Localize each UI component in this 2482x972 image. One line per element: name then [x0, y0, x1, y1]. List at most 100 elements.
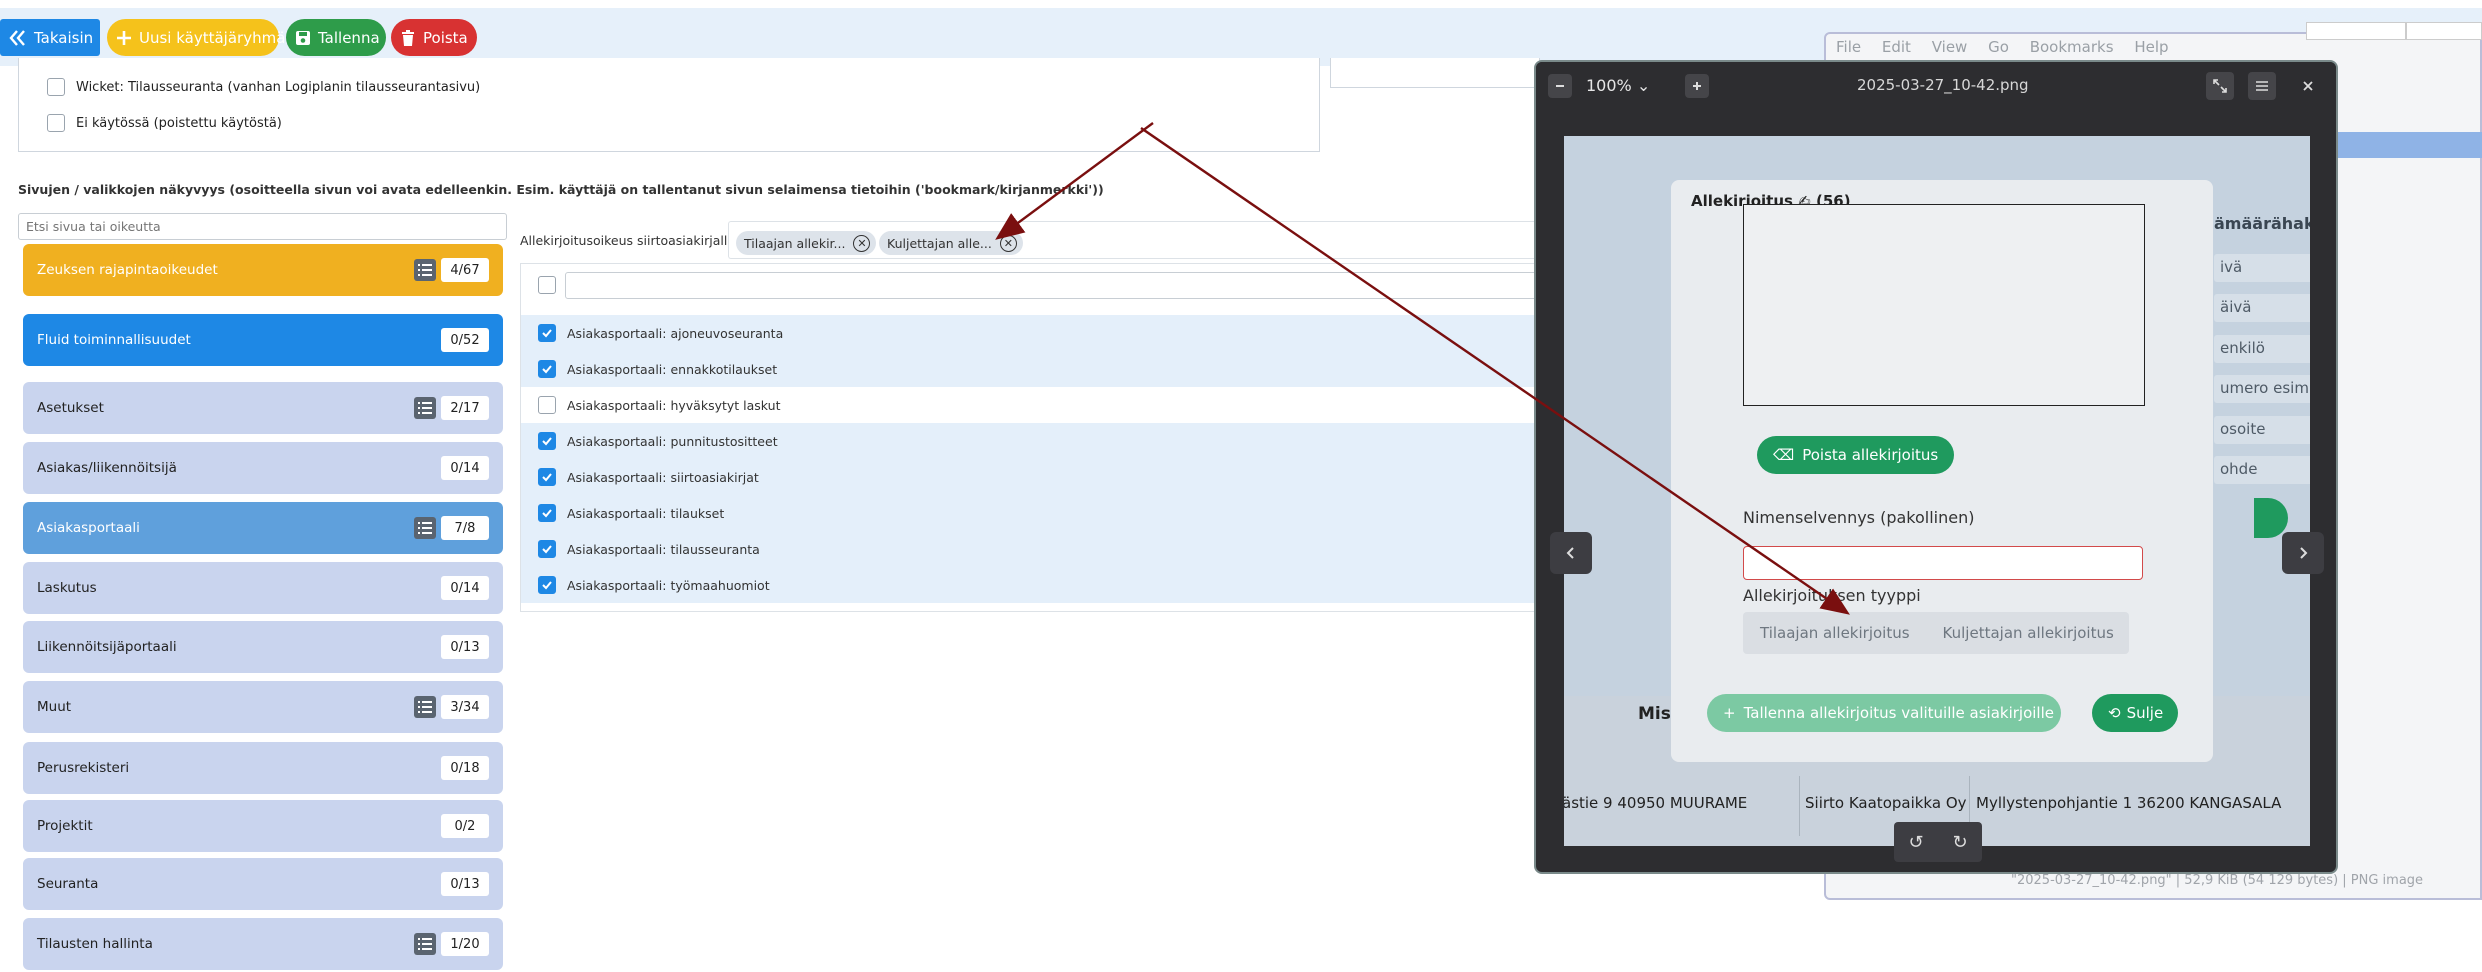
window-button[interactable] — [2306, 22, 2406, 40]
category-item[interactable]: Zeuksen rajapintaoikeudet 4/67 — [23, 244, 503, 296]
category-item[interactable]: Asiakas/liikennöitsijä 0/14 — [23, 442, 503, 494]
menu-go[interactable]: Go — [1988, 38, 2009, 56]
list-icon[interactable] — [414, 259, 436, 281]
zoom-level[interactable]: 100% ⌄ — [1586, 76, 1650, 95]
category-item[interactable]: Liikennöitsijäportaali 0/13 — [23, 621, 503, 673]
previous-image-button[interactable] — [1550, 532, 1592, 574]
menu-view[interactable]: View — [1932, 38, 1968, 56]
menubar: File Edit View Go Bookmarks Help — [1836, 38, 2185, 56]
list-icon[interactable] — [414, 397, 436, 419]
back-button[interactable]: Takaisin — [0, 19, 100, 56]
category-label: Zeuksen rajapintaoikeudet — [37, 262, 218, 278]
category-item[interactable]: Tilausten hallinta 1/20 — [23, 918, 503, 970]
category-item[interactable]: Asetukset 2/17 — [23, 382, 503, 434]
save-button[interactable]: Tallenna — [286, 19, 386, 56]
rotate-right-icon[interactable]: ↻ — [1952, 832, 1967, 853]
signature-type-select[interactable]: Tilaajan allekir... ✕ Kuljettajan alle..… — [728, 221, 1648, 259]
permission-row[interactable]: Asiakasportaali: tilaukset — [521, 495, 1651, 531]
visibility-section-title: Sivujen / valikkojen näkyvyys (osoitteel… — [18, 182, 1104, 197]
zoom-value: 100% — [1586, 76, 1632, 95]
close-modal-button[interactable]: ⟲ Sulje — [2092, 694, 2178, 732]
disabled-checkbox[interactable] — [47, 114, 65, 132]
signature-type-option[interactable]: Kuljettajan allekirjoitus — [1926, 624, 2130, 642]
viewer-menu-button[interactable] — [2248, 72, 2276, 100]
permission-row[interactable]: Asiakasportaali: siirtoasiakirjat — [521, 459, 1651, 495]
permission-checkbox[interactable] — [538, 396, 556, 414]
category-count-badge: 2/17 — [441, 396, 489, 420]
new-user-group-button[interactable]: Uusi käyttäjäryhmä — [107, 19, 285, 56]
minus-icon — [1556, 85, 1564, 87]
screenshot-field: umero esim. 2 — [2214, 375, 2310, 403]
permission-checkbox[interactable] — [538, 504, 556, 522]
category-count-badge: 1/20 — [441, 932, 489, 956]
permission-label: Asiakasportaali: työmaahuomiot — [567, 577, 770, 593]
category-count-badge: 3/34 — [441, 695, 489, 719]
list-icon[interactable] — [414, 517, 436, 539]
signature-type-toggle: Tilaajan allekirjoitus Kuljettajan allek… — [1743, 612, 2129, 654]
menu-help[interactable]: Help — [2134, 38, 2168, 56]
permission-checkbox[interactable] — [538, 324, 556, 342]
close-viewer-button[interactable] — [2294, 72, 2322, 100]
wicket-checkbox[interactable] — [47, 78, 65, 96]
settings-box: Wicket: Tilausseuranta (vanhan Logiplani… — [18, 58, 1320, 152]
permission-row[interactable]: Asiakasportaali: punnitustositteet — [521, 423, 1651, 459]
category-item[interactable]: Laskutus 0/14 — [23, 562, 503, 614]
signature-chip-label: Tilaajan allekir... — [744, 235, 846, 251]
select-all-checkbox[interactable] — [538, 276, 556, 294]
hamburger-icon — [2256, 81, 2268, 91]
close-modal-label: Sulje — [2126, 704, 2164, 722]
zoom-out-button[interactable] — [1548, 74, 1572, 98]
permission-label: Asiakasportaali: siirtoasiakirjat — [567, 469, 759, 485]
screenshot-field: ohde — [2214, 456, 2310, 484]
menu-file[interactable]: File — [1836, 38, 1861, 56]
permission-row[interactable]: Asiakasportaali: työmaahuomiot — [521, 567, 1651, 603]
category-item[interactable]: Fluid toiminnallisuudet 0/52 — [23, 314, 503, 366]
name-clarification-input[interactable] — [1743, 546, 2143, 580]
signature-chip: Kuljettajan alle... ✕ — [879, 231, 1023, 255]
screenshot-heading: ämäärähaku — [2214, 214, 2310, 233]
remove-chip-icon[interactable]: ✕ — [999, 234, 1017, 252]
signature-type-option[interactable]: Tilaajan allekirjoitus — [1743, 624, 1926, 642]
category-item[interactable]: Projektit 0/2 — [23, 800, 503, 852]
permission-row[interactable]: Asiakasportaali: ajoneuvoseuranta — [521, 315, 1651, 351]
window-button[interactable] — [2406, 22, 2482, 40]
permission-checkbox[interactable] — [538, 540, 556, 558]
clear-signature-button[interactable]: ⌫ Poista allekirjoitus — [1757, 436, 1955, 474]
permission-checkbox[interactable] — [538, 576, 556, 594]
zoom-in-button[interactable] — [1685, 74, 1709, 98]
permission-filter-input[interactable] — [565, 272, 1665, 299]
expand-icon — [2213, 79, 2227, 93]
permission-row[interactable]: Asiakasportaali: ennakkotilaukset — [521, 351, 1651, 387]
permission-row[interactable]: Asiakasportaali: hyväksytyt laskut — [521, 387, 1651, 423]
permission-checkbox[interactable] — [538, 360, 556, 378]
permission-checkbox[interactable] — [538, 468, 556, 486]
permission-row[interactable]: Asiakasportaali: tilausseuranta — [521, 531, 1651, 567]
menu-bookmarks[interactable]: Bookmarks — [2030, 38, 2114, 56]
next-image-button[interactable] — [2282, 532, 2324, 574]
wicket-setting-row[interactable]: Wicket: Tilausseuranta (vanhan Logiplani… — [47, 78, 480, 96]
rotate-left-icon[interactable]: ↺ — [1908, 832, 1923, 853]
page-search-input[interactable] — [18, 213, 507, 240]
category-label: Asiakasportaali — [37, 520, 140, 536]
category-item[interactable]: Muut 3/34 — [23, 681, 503, 733]
category-item[interactable]: Perusrekisteri 0/18 — [23, 742, 503, 794]
signature-canvas[interactable] — [1743, 204, 2145, 406]
status-bar-text: "2025-03-27_10-42.png" | 52,9 KiB (54 12… — [2011, 873, 2424, 888]
category-item[interactable]: Seuranta 0/13 — [23, 858, 503, 910]
disabled-setting-row[interactable]: Ei käytössä (poistettu käytöstä) — [47, 114, 282, 132]
list-icon[interactable] — [414, 696, 436, 718]
list-icon[interactable] — [414, 933, 436, 955]
category-label: Seuranta — [37, 876, 99, 892]
menu-edit[interactable]: Edit — [1882, 38, 1911, 56]
save-signature-button[interactable]: + Tallenna allekirjoitus valituille asia… — [1707, 694, 2061, 732]
screenshot-field: äivä — [2214, 294, 2310, 322]
permission-panel: Asiakasportaali: ajoneuvoseuranta Asiaka… — [520, 263, 1665, 612]
screenshot-field: ivä — [2214, 254, 2310, 282]
remove-chip-icon[interactable]: ✕ — [853, 234, 871, 252]
delete-label: Poista — [423, 28, 468, 47]
permission-checkbox[interactable] — [538, 432, 556, 450]
category-item[interactable]: Asiakasportaali 7/8 — [23, 502, 503, 554]
fullscreen-button[interactable] — [2206, 72, 2234, 100]
viewer-header: 100% ⌄ 2025-03-27_10-42.png — [1536, 62, 2336, 110]
delete-button[interactable]: Poista — [391, 19, 477, 56]
